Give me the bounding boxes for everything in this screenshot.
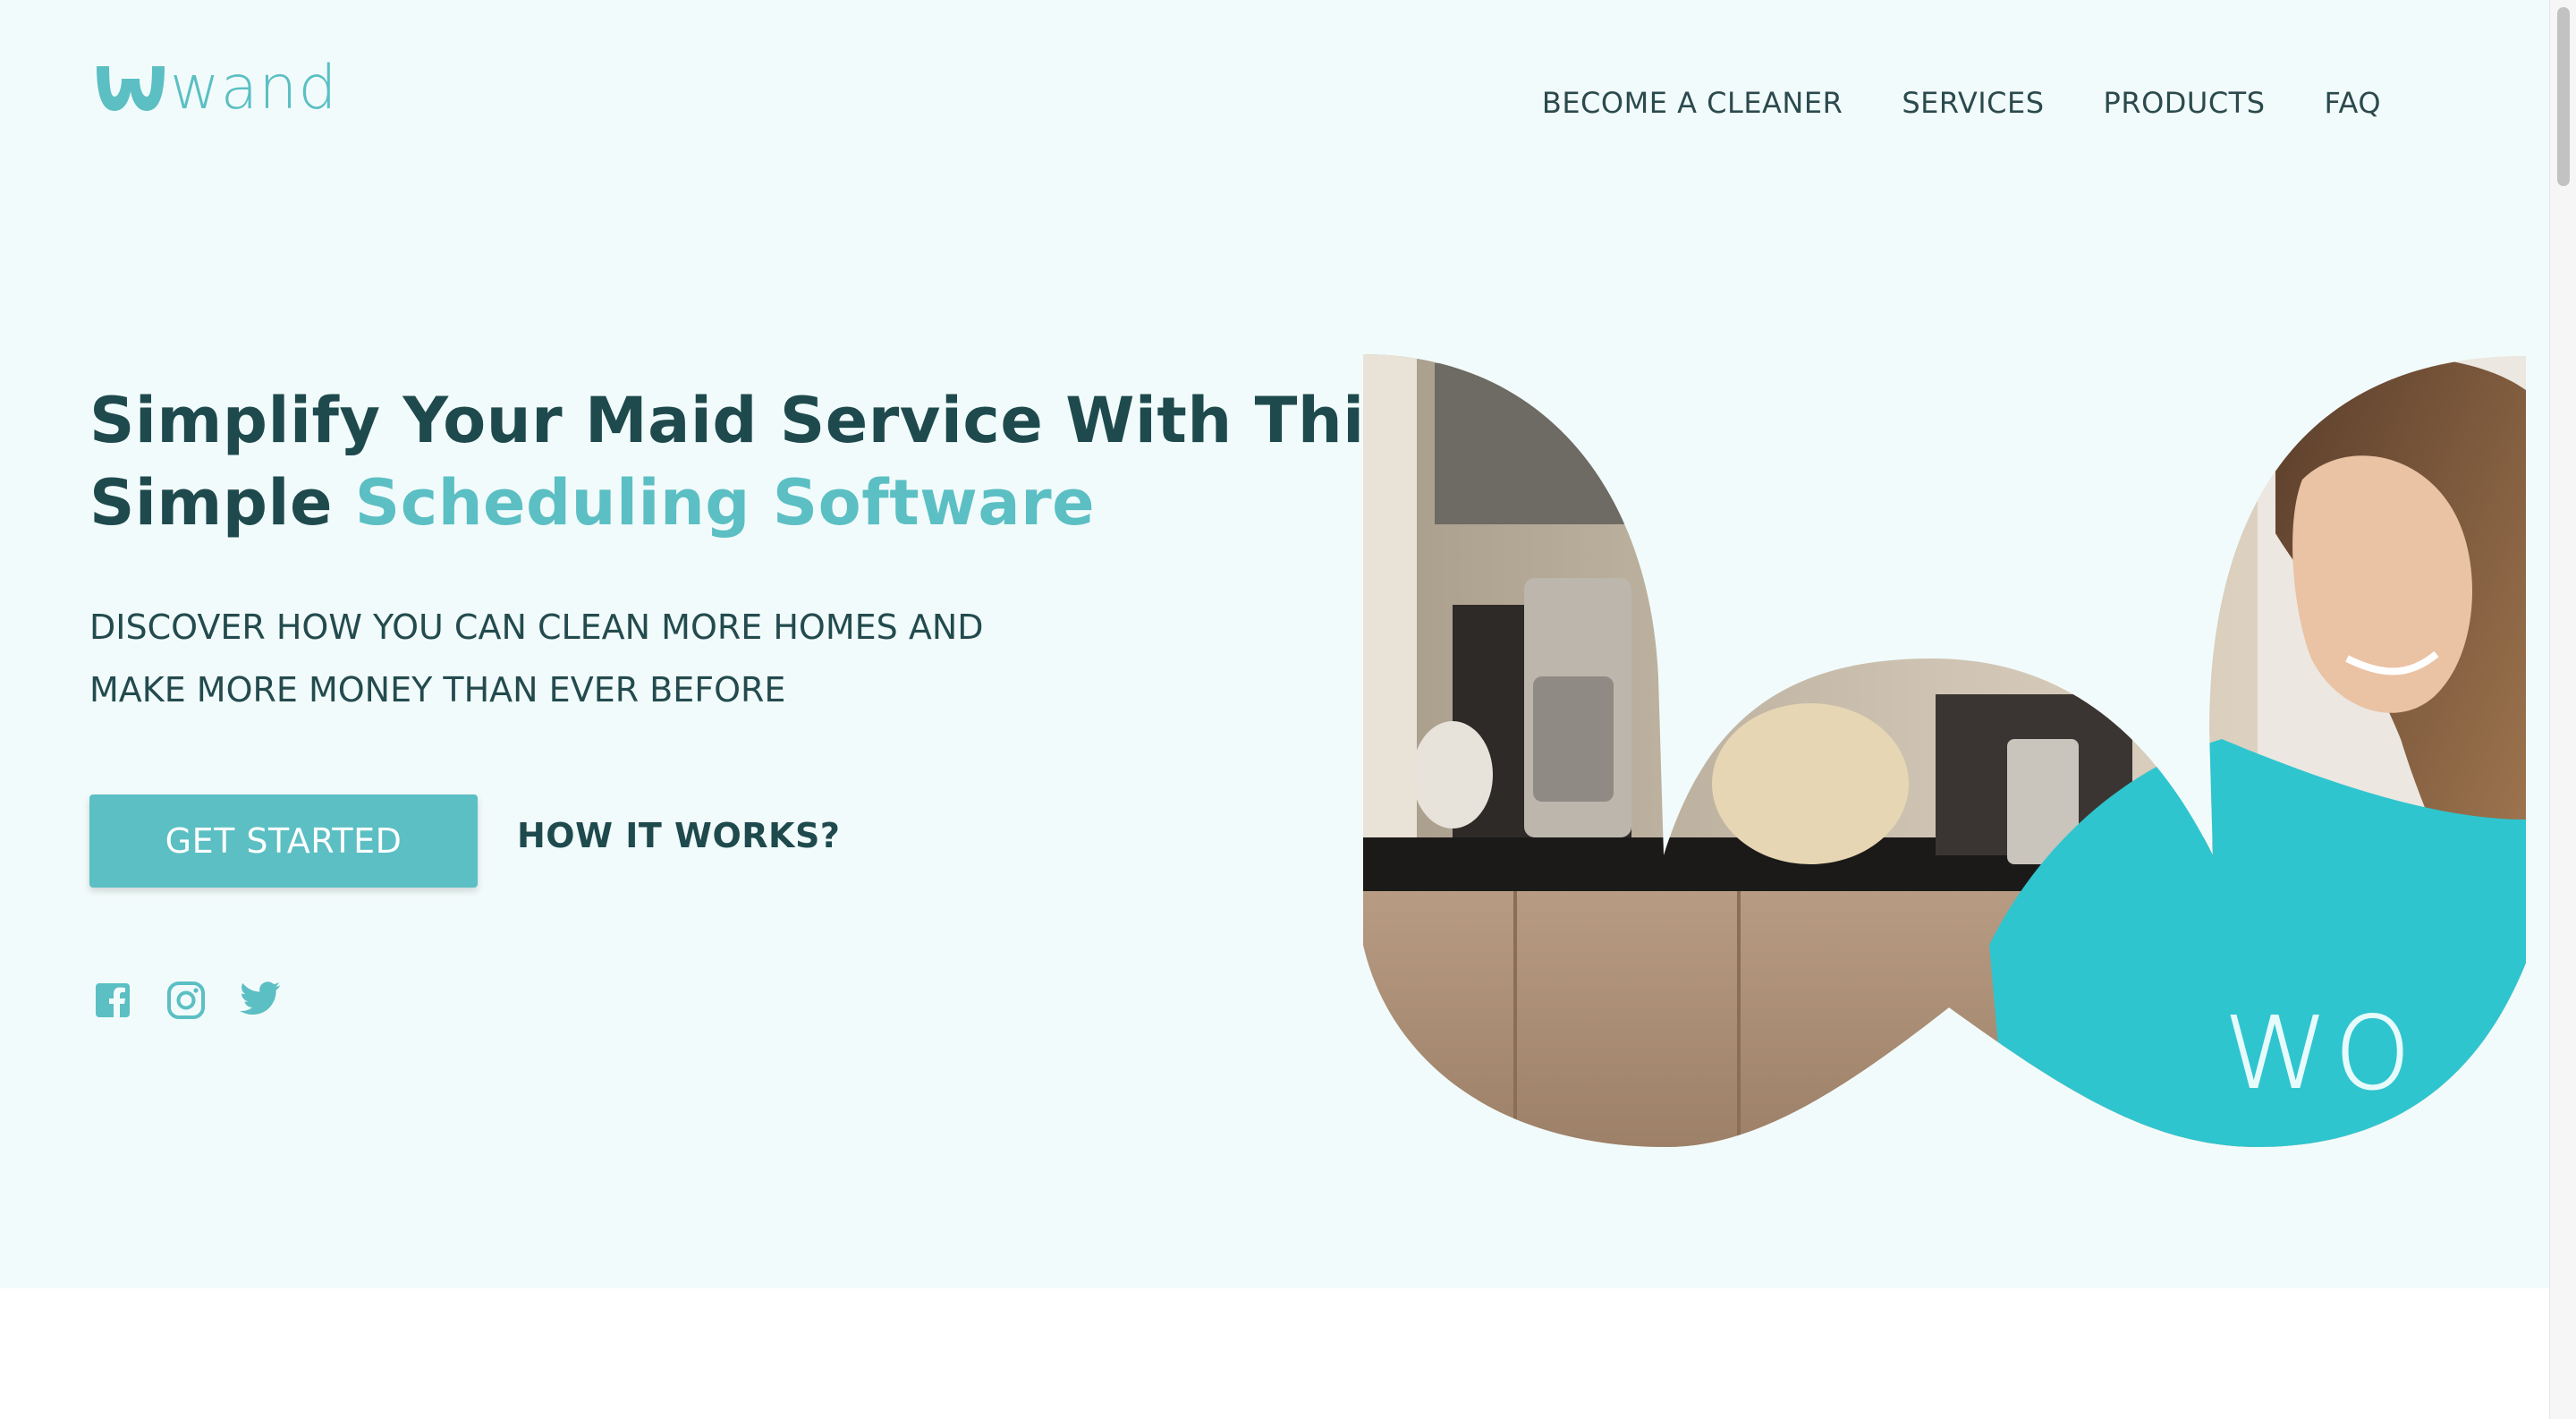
scrollbar-thumb[interactable] [2557,7,2570,186]
headline-line2-plain: Simple [89,466,355,540]
page: wand BECOME A CLEANER SERVICES PRODUCTS … [0,0,2549,1419]
twitter-icon[interactable] [240,981,281,1020]
page-scrollbar[interactable] [2549,0,2576,1419]
subtitle-line2: MAKE MORE MONEY THAN EVER BEFORE [89,670,786,710]
main-nav: BECOME A CLEANER SERVICES PRODUCTS FAQ [1542,86,2381,120]
logo[interactable]: wand [93,53,338,123]
facebook-icon[interactable] [93,981,132,1020]
nav-services[interactable]: SERVICES [1902,86,2044,120]
headline-line1: Simplify Your Maid Service With This [89,384,1402,457]
hero-subtitle: DISCOVER HOW YOU CAN CLEAN MORE HOMES AN… [89,596,1163,721]
svg-text:wo: wo [2222,964,2413,1120]
wand-logo-mark [97,66,165,111]
nav-faq[interactable]: FAQ [2325,86,2381,120]
get-started-button[interactable]: GET STARTED [89,794,478,888]
subtitle-line1: DISCOVER HOW YOU CAN CLEAN MORE HOMES AN… [89,608,984,647]
logo-wordmark: wand [170,53,338,123]
social-links [93,981,281,1020]
hero-headline: Simplify Your Maid Service With This Sim… [89,379,1402,544]
next-section [0,1288,2549,1419]
nav-become-cleaner[interactable]: BECOME A CLEANER [1542,86,1843,120]
instagram-icon[interactable] [166,981,206,1020]
how-it-works-link[interactable]: HOW IT WORKS? [517,816,840,855]
nav-products[interactable]: PRODUCTS [2104,86,2266,120]
headline-line2-accent: Scheduling Software [354,466,1096,540]
hero-photo: wo [1363,354,2526,1147]
hero-section: wand BECOME A CLEANER SERVICES PRODUCTS … [0,0,2549,1288]
